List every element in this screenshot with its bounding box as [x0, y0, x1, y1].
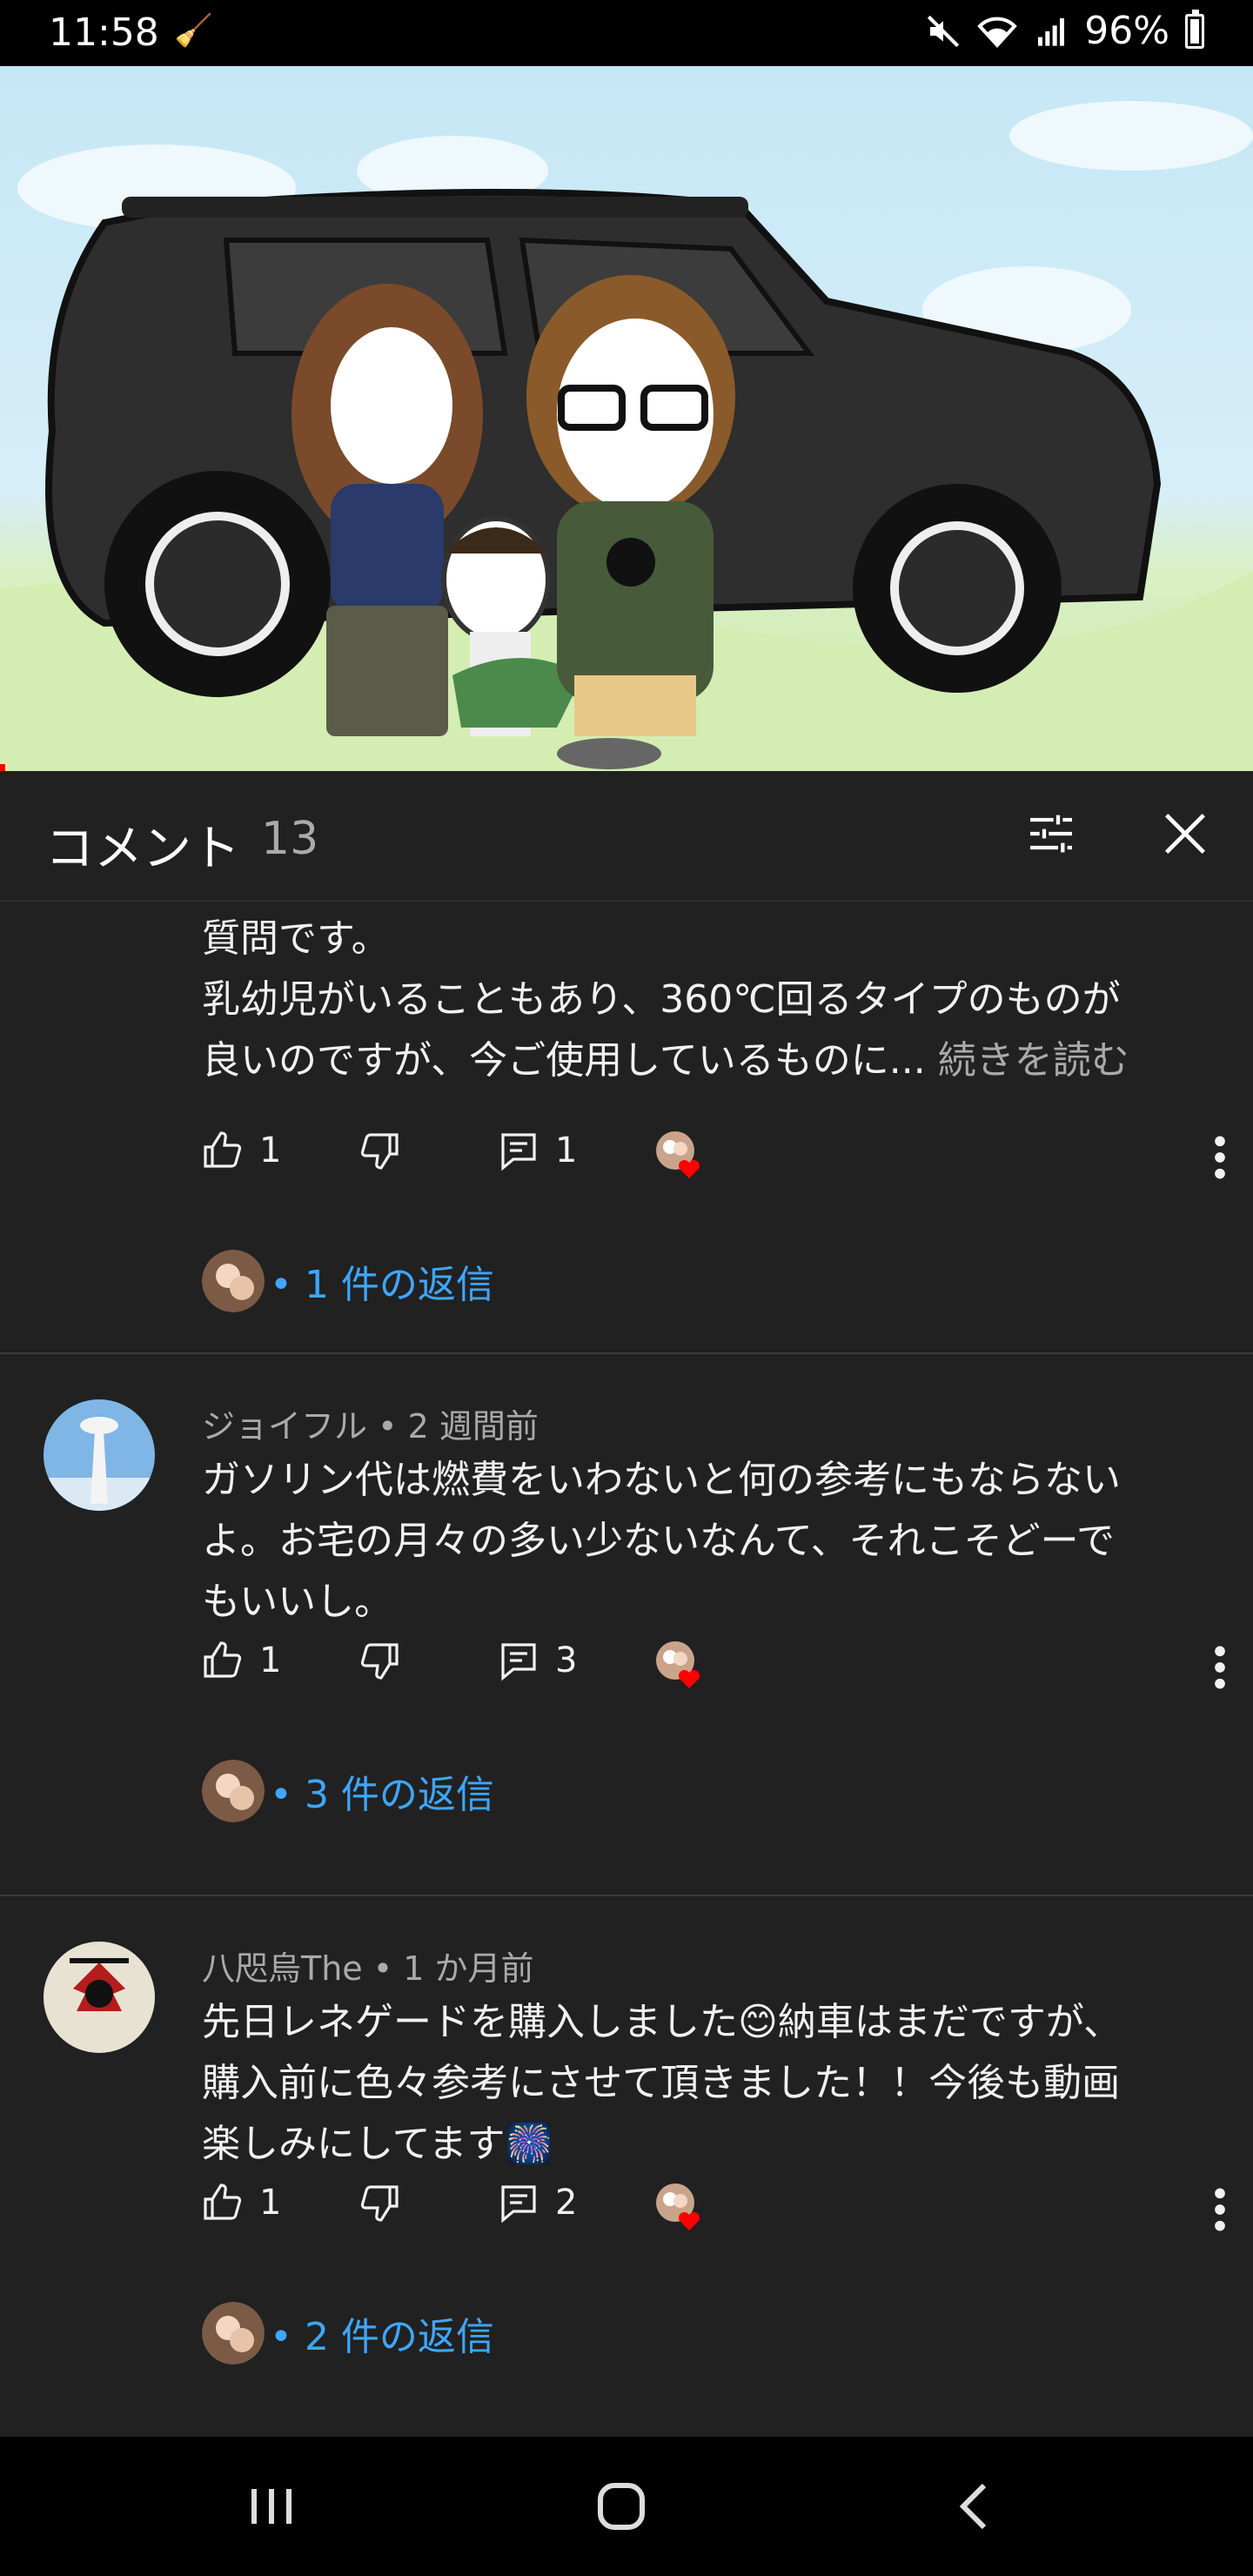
dislike-icon — [360, 2185, 399, 2222]
dislike-icon — [360, 1643, 399, 1680]
comment-meta: 八咫烏The • 1 か月前 — [202, 1942, 534, 1989]
replies-label: • 1 件の返信 — [270, 1263, 494, 1307]
back-icon[interactable] — [952, 2482, 995, 2531]
reply-button[interactable]: 3 — [498, 1640, 577, 1681]
more-icon[interactable] — [1211, 2185, 1229, 2234]
dislike-button[interactable] — [358, 1640, 400, 1681]
comment-text: ガソリン代は燃費をいわないと何の参考にもならない よ。お宅の月々の多い少ないなん… — [202, 1458, 1121, 1624]
status-bar: 11:58 🧹 96% — [0, 0, 1253, 66]
video-illustration — [0, 101, 1253, 771]
avatar[interactable] — [44, 1399, 155, 1511]
more-icon[interactable] — [1211, 1643, 1229, 1692]
comments-title: コメント — [45, 821, 240, 877]
dislike-icon — [360, 1133, 399, 1170]
like-icon — [204, 1131, 242, 1168]
dislike-button[interactable] — [358, 1130, 400, 1171]
view-replies-button[interactable]: • 2 件の返信 — [202, 2302, 494, 2365]
recent-apps-icon[interactable] — [247, 2482, 296, 2531]
status-time: 11:58 — [49, 10, 159, 55]
like-button[interactable]: 1 — [202, 1640, 281, 1681]
reply-count: 3 — [555, 1640, 578, 1680]
reply-count: 2 — [555, 2183, 578, 2223]
like-icon — [204, 2184, 242, 2220]
comment-author[interactable]: 八咫烏The — [202, 1949, 363, 1988]
comment-actions: 1 3 — [202, 1640, 1229, 1701]
read-more-link[interactable]: 続きを読む — [938, 1038, 1129, 1083]
filter-icon[interactable] — [1023, 806, 1079, 862]
like-button[interactable]: 1 — [202, 1130, 281, 1171]
reply-avatar — [202, 1250, 265, 1312]
creator-heart-icon — [656, 1641, 700, 1688]
divider — [0, 1895, 1253, 1896]
reply-button[interactable]: 2 — [498, 2182, 577, 2224]
comment-age: • 2 週間前 — [378, 1407, 539, 1446]
reply-icon — [501, 2185, 536, 2224]
creator-heart-icon — [656, 2184, 700, 2231]
reply-button[interactable]: 1 — [498, 1130, 577, 1171]
system-nav-bar — [0, 2437, 1253, 2576]
comment-text: 先日レネゲードを購入しました😊納車はまだですが、 購入前に色々参考にさせて頂きま… — [202, 2000, 1122, 2166]
reply-count: 1 — [555, 1130, 578, 1171]
comment-actions: 1 2 — [202, 2182, 1229, 2243]
status-icons: 96% — [926, 9, 1204, 53]
reply-icon — [501, 1643, 536, 1681]
more-icon[interactable] — [1211, 1133, 1229, 1182]
like-button[interactable]: 1 — [202, 2182, 281, 2224]
battery-icon — [1185, 9, 1204, 49]
avatar[interactable] — [44, 1942, 155, 2053]
reply-avatar — [202, 2302, 265, 2365]
home-icon[interactable] — [595, 2480, 647, 2532]
view-replies-button[interactable]: • 3 件の返信 — [202, 1760, 494, 1822]
mute-icon — [928, 15, 960, 47]
video-player[interactable] — [0, 66, 1253, 771]
like-count: 1 — [259, 1640, 282, 1680]
replies-label: • 3 件の返信 — [270, 1773, 494, 1817]
creator-heart-icon — [656, 1131, 700, 1178]
reply-avatar — [202, 1760, 265, 1822]
dislike-button[interactable] — [358, 2182, 400, 2224]
close-icon[interactable] — [1157, 806, 1213, 862]
comment-age: • 1 か月前 — [372, 1949, 534, 1988]
like-count: 1 — [259, 2183, 282, 2223]
wifi-icon — [977, 17, 1017, 48]
comment-meta: ジョイフル • 2 週間前 — [202, 1399, 539, 1447]
replies-label: • 2 件の返信 — [270, 2315, 494, 2359]
comment-author[interactable]: ジョイフル — [202, 1407, 367, 1446]
comments-header: コメント 13 — [0, 771, 1253, 902]
clean-icon: 🧹 — [174, 13, 213, 49]
like-icon — [204, 1641, 242, 1678]
comments-count: 13 — [261, 813, 319, 865]
like-count: 1 — [259, 1130, 282, 1171]
divider — [0, 1352, 1253, 1354]
view-replies-button[interactable]: • 1 件の返信 — [202, 1250, 494, 1312]
video-progress-indicator[interactable] — [0, 764, 5, 771]
comment-actions: 1 1 — [202, 1130, 1229, 1191]
reply-icon — [501, 1133, 536, 1171]
comment-text: 質問です。 乳幼児がいることもあり、360℃回るタイプのものが 良いのですが、今… — [202, 909, 1194, 1091]
battery-level: 96% — [1084, 9, 1169, 53]
signal-icon — [1038, 17, 1065, 46]
